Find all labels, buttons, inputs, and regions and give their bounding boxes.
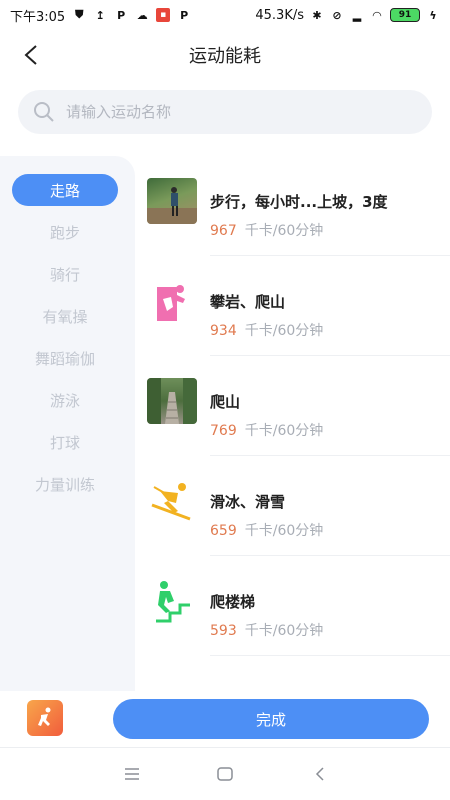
category-walking[interactable]: 走路	[12, 174, 118, 206]
search-icon	[32, 100, 56, 124]
page-title: 运动能耗	[189, 46, 261, 67]
hiking-photo	[147, 178, 197, 224]
kcal-unit: 千卡/60分钟	[244, 623, 324, 639]
wifi-icon: ◠	[372, 8, 382, 22]
category-dance-yoga[interactable]: 舞蹈瑜伽	[12, 342, 118, 374]
rock-climbing-icon	[147, 278, 197, 324]
category-running[interactable]: 跑步	[12, 216, 118, 248]
battery-icon: 91	[390, 8, 420, 22]
skiing-icon	[147, 478, 197, 524]
activity-row-mountain[interactable]: 爬山 769 千卡/60分钟	[135, 356, 450, 456]
menu-icon[interactable]	[120, 762, 144, 786]
status-bar: 下午3:05 ⛊ ↥ P ☁ ▪ P 45.3K/s ✱ ⊘ ▂ ◠ 91 ϟ	[0, 0, 450, 30]
activity-row-rock-climbing[interactable]: 攀岩、爬山 934 千卡/60分钟	[135, 256, 450, 356]
cloud-icon: ☁	[136, 8, 148, 22]
p-app-icon: P	[117, 8, 126, 22]
kcal-value: 769	[210, 423, 237, 439]
kcal-unit: 千卡/60分钟	[244, 323, 324, 339]
activity-row-skiing[interactable]: 滑冰、滑雪 659 千卡/60分钟	[135, 456, 450, 556]
kcal-value: 659	[210, 523, 237, 539]
activity-title: 爬楼梯	[210, 593, 256, 611]
mountain-stairs-photo	[147, 378, 197, 424]
kcal-value: 934	[210, 323, 237, 339]
activity-kcal: 769 千卡/60分钟	[210, 420, 323, 440]
kcal-value: 967	[210, 223, 237, 239]
bluetooth-icon: ✱	[312, 8, 322, 22]
activity-title: 爬山	[210, 393, 241, 411]
status-time: 下午3:05	[10, 9, 66, 25]
news-app-icon: ▪	[156, 8, 171, 22]
charging-icon: ϟ	[429, 8, 437, 22]
kcal-unit: 千卡/60分钟	[244, 223, 324, 239]
kcal-unit: 千卡/60分钟	[244, 423, 324, 439]
activity-kcal: 593 千卡/60分钟	[210, 620, 323, 640]
done-button[interactable]: 完成	[113, 699, 429, 739]
activity-list: 步行，每小时...上坡，3度 967 千卡/60分钟 攀岩、爬山 934 千卡/60…	[135, 156, 450, 691]
kcal-value: 593	[210, 623, 237, 639]
category-swimming[interactable]: 游泳	[12, 384, 118, 416]
category-aerobics[interactable]: 有氧操	[12, 300, 118, 332]
activity-kcal: 967 千卡/60分钟	[210, 220, 323, 240]
category-sidebar: 走路 跑步 骑行 有氧操 舞蹈瑜伽 游泳 打球 力量训练	[0, 156, 135, 691]
search-bar[interactable]	[18, 90, 432, 134]
activity-title: 攀岩、爬山	[210, 293, 286, 311]
activity-row-stairs[interactable]: 爬楼梯 593 千卡/60分钟	[135, 556, 450, 656]
activity-kcal: 934 千卡/60分钟	[210, 320, 323, 340]
network-speed: 45.3K/s	[255, 7, 304, 23]
back-button[interactable]	[14, 38, 48, 72]
stairs-climbing-icon	[147, 578, 197, 624]
back-arrow-icon	[24, 45, 37, 65]
category-strength[interactable]: 力量训练	[12, 468, 118, 500]
activity-title: 滑冰、滑雪	[210, 493, 286, 511]
divider	[210, 655, 450, 656]
category-cycling[interactable]: 骑行	[12, 258, 118, 290]
running-app-icon[interactable]	[27, 700, 63, 736]
home-icon[interactable]	[213, 762, 237, 786]
action-bar: 完成	[0, 691, 450, 747]
activity-row-walking-uphill[interactable]: 步行，每小时...上坡，3度 967 千卡/60分钟	[135, 156, 450, 256]
kcal-unit: 千卡/60分钟	[244, 523, 324, 539]
activity-kcal: 659 千卡/60分钟	[210, 520, 323, 540]
mute-icon: ⊘	[332, 8, 342, 22]
upload-icon: ↥	[95, 8, 105, 22]
system-nav-bar	[0, 747, 450, 800]
shield-icon: ⛊	[75, 8, 84, 21]
header: 运动能耗	[0, 30, 450, 80]
activity-title: 步行，每小时...上坡，3度	[210, 193, 388, 211]
back-nav-icon[interactable]	[308, 762, 332, 786]
category-ball-sports[interactable]: 打球	[12, 426, 118, 458]
signal-icon: ▂	[352, 8, 362, 22]
search-input[interactable]	[66, 103, 406, 121]
p-app-icon-2: P	[180, 8, 189, 22]
